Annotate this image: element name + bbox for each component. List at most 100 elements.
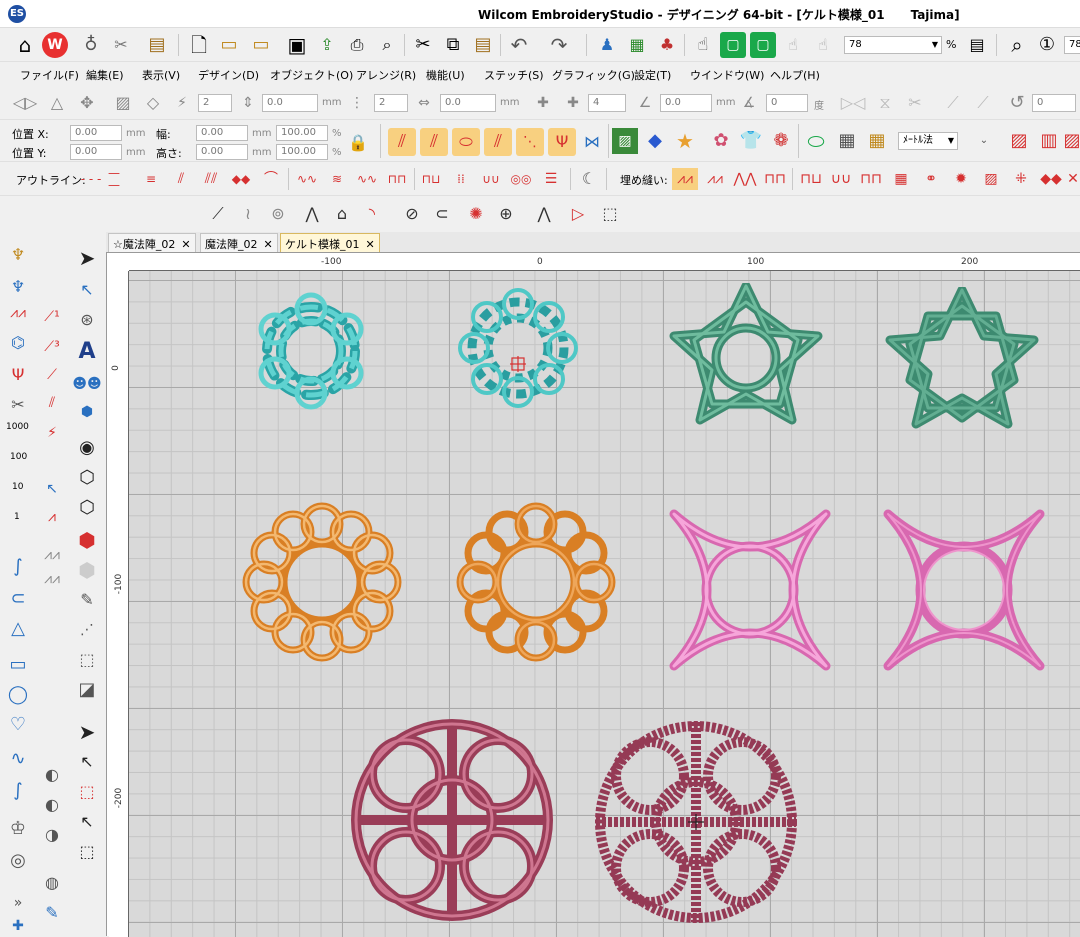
triangle-node-icon[interactable]: △ <box>4 616 32 642</box>
fill-square2-icon[interactable]: ⊓⊔ <box>798 168 824 190</box>
close-icon[interactable]: ✕ <box>264 238 273 251</box>
satin-line-icon[interactable]: ⫽ <box>38 390 66 416</box>
node2-icon[interactable]: ✚ <box>560 92 586 114</box>
close-icon[interactable]: ✕ <box>181 238 190 251</box>
hand-icon[interactable]: ☝ <box>690 32 716 58</box>
node-bottom-icon[interactable]: ✚ <box>4 916 32 936</box>
nodes2-icon[interactable]: ⌂ <box>328 202 356 226</box>
hex-target-icon[interactable]: ⬡ <box>72 464 102 492</box>
ellipse-icon[interactable]: ◯ <box>4 682 32 708</box>
outline-stripes-icon[interactable]: ☰ <box>538 168 564 190</box>
lettering-icon[interactable]: A <box>72 338 102 366</box>
select-arrow-icon[interactable]: ➤ <box>72 244 102 272</box>
tshirt-icon[interactable]: 👕 <box>738 128 764 154</box>
outline-dots-icon[interactable]: ⁞⁞ <box>448 168 474 190</box>
red-stripe-icon[interactable]: ▥ <box>1036 128 1062 154</box>
text-badge-icon[interactable]: ⬢ <box>72 398 102 426</box>
width-icon[interactable]: ⇔ <box>412 92 436 114</box>
freehand2-icon[interactable]: ∫ <box>4 778 32 804</box>
design-teal-knot-2[interactable] <box>453 283 583 413</box>
stitch-count-10[interactable]: 10 <box>12 482 23 492</box>
outline-loop-icon[interactable]: ∪∪ <box>478 168 504 190</box>
param-field-6[interactable]: 0.0 <box>660 94 712 112</box>
design-maroon-celtic-2[interactable] <box>591 717 801 927</box>
reshape-arrow-icon[interactable]: ↖ <box>72 276 102 304</box>
trident-icon[interactable]: Ψ <box>548 128 576 156</box>
paste-icon[interactable]: ▤ <box>470 32 496 58</box>
balloon-icon[interactable]: ♁ <box>78 32 104 58</box>
wilcom-logo-icon[interactable]: W <box>42 32 68 58</box>
fill-checker-icon[interactable]: ▦ <box>888 168 914 190</box>
design-pink-knot-1[interactable] <box>669 509 831 671</box>
star-icon[interactable]: ★ <box>672 128 698 154</box>
clipboard-icon[interactable]: ▤ <box>144 32 170 58</box>
shapes-icon[interactable]: ◆ <box>642 128 668 154</box>
stitch-count-100[interactable]: 100 <box>10 452 27 462</box>
convert-icon[interactable]: ▷ <box>564 202 592 226</box>
fill-icon[interactable]: ⫽ <box>420 128 448 156</box>
scale-h-input[interactable]: 100.00 <box>276 144 328 160</box>
height-icon[interactable]: ⇕ <box>236 92 260 114</box>
grid-view-icon[interactable]: ▤ <box>964 32 990 58</box>
select-arrow2-icon[interactable]: ➤ <box>72 718 102 746</box>
outline-square-icon[interactable]: ⊓⊔ <box>418 168 444 190</box>
menu-edit[interactable]: 編集(E) <box>86 67 124 83</box>
fill-square3-icon[interactable]: ⊓⊓ <box>858 168 884 190</box>
angle-icon[interactable]: ∠ <box>632 92 658 114</box>
radial-icon[interactable]: ✺ <box>462 202 490 226</box>
outline-wave3-icon[interactable]: ∿∿ <box>354 168 380 190</box>
applique-icon[interactable]: ♔ <box>4 816 32 842</box>
hoop-green-icon[interactable]: ▢ <box>720 32 746 58</box>
red-grid-icon[interactable]: ▨ <box>1006 128 1032 154</box>
scissors-icon[interactable]: ✂ <box>4 392 32 418</box>
menu-graphic[interactable]: グラフィック(G) <box>552 67 635 83</box>
print-icon[interactable]: ⎙ <box>344 32 370 58</box>
menu-object[interactable]: オブジェクト(O) <box>270 67 353 83</box>
fill-zigzag-icon[interactable]: ⩘⩘ <box>672 168 698 190</box>
design-maroon-celtic-1[interactable] <box>347 715 557 925</box>
zigzag-icon[interactable]: ⚡ <box>172 92 192 114</box>
run-stitch-icon[interactable]: ⋱ <box>516 128 544 156</box>
outline-arch-icon[interactable]: ⌒ <box>258 168 284 190</box>
fish-icon[interactable]: ⋈ <box>578 128 606 156</box>
cc-small3-icon[interactable]: ◑ <box>38 822 66 848</box>
print-preview-icon[interactable]: ⌕ <box>374 32 400 58</box>
menu-view[interactable]: 表示(V) <box>142 67 180 83</box>
menu-design[interactable]: デザイン(D) <box>198 67 259 83</box>
satin-icon[interactable]: ⫽ <box>388 128 416 156</box>
scale-w-input[interactable]: 100.00 <box>276 125 328 141</box>
rotate-frame-icon[interactable]: ◇ <box>140 92 166 114</box>
outline-stemstitch-icon[interactable]: ≡ <box>138 168 164 190</box>
tree2-icon[interactable]: ♆ <box>4 274 32 300</box>
cc-small2-icon[interactable]: ◐ <box>38 792 66 818</box>
param-field-5[interactable]: 4 <box>588 94 626 112</box>
grey-zigzag2-icon[interactable]: ⩘⩘ <box>38 566 66 592</box>
fill-diamonds-icon[interactable]: ◆◆ <box>1038 168 1064 190</box>
tab-magic-circle[interactable]: 魔法陣_02 ✕ <box>200 233 278 252</box>
angle2-icon[interactable]: ∡ <box>736 92 762 114</box>
fill-zigzag2-icon[interactable]: ⩘⩘ <box>702 168 728 190</box>
param-field-4[interactable]: 0.0 <box>440 94 496 112</box>
machine-icon[interactable]: ♟ <box>594 32 620 58</box>
fill-cross-icon[interactable]: ✕ <box>1066 168 1080 190</box>
tree-icon[interactable]: ♆ <box>4 242 32 268</box>
fill-rings-icon[interactable]: ⚭ <box>918 168 944 190</box>
param-field-1[interactable]: 2 <box>198 94 232 112</box>
pointer-blue-icon[interactable]: ↖ <box>38 476 66 502</box>
design-teal-knot-1[interactable] <box>247 287 375 415</box>
motif-icon[interactable]: ✿ <box>708 128 734 154</box>
zoom-icon[interactable]: ⌕ <box>1004 32 1030 58</box>
cc-small-icon[interactable]: ◐ <box>38 762 66 788</box>
fill-diamond-grid-icon[interactable]: ⁜ <box>1008 168 1034 190</box>
leaf-icon[interactable]: ⬭ <box>452 128 480 156</box>
monogram-icon[interactable]: ☻☻ <box>72 370 102 398</box>
design-green-star-2[interactable] <box>879 287 1045 437</box>
fill-zigzag3-icon[interactable]: ⋀⋀ <box>732 168 758 190</box>
outline-zigzag-icon[interactable]: ⫽⫽ <box>198 168 224 190</box>
width-input[interactable]: 0.00 <box>196 125 248 141</box>
zoom-input[interactable]: 78 <box>1064 36 1080 54</box>
outline-backstitch-icon[interactable]: — — <box>108 167 134 191</box>
design-orange-rosette-1[interactable] <box>237 497 407 667</box>
app-icon[interactable]: ES <box>8 5 26 23</box>
satin-zigzag-icon[interactable]: ⚡ <box>38 420 66 446</box>
